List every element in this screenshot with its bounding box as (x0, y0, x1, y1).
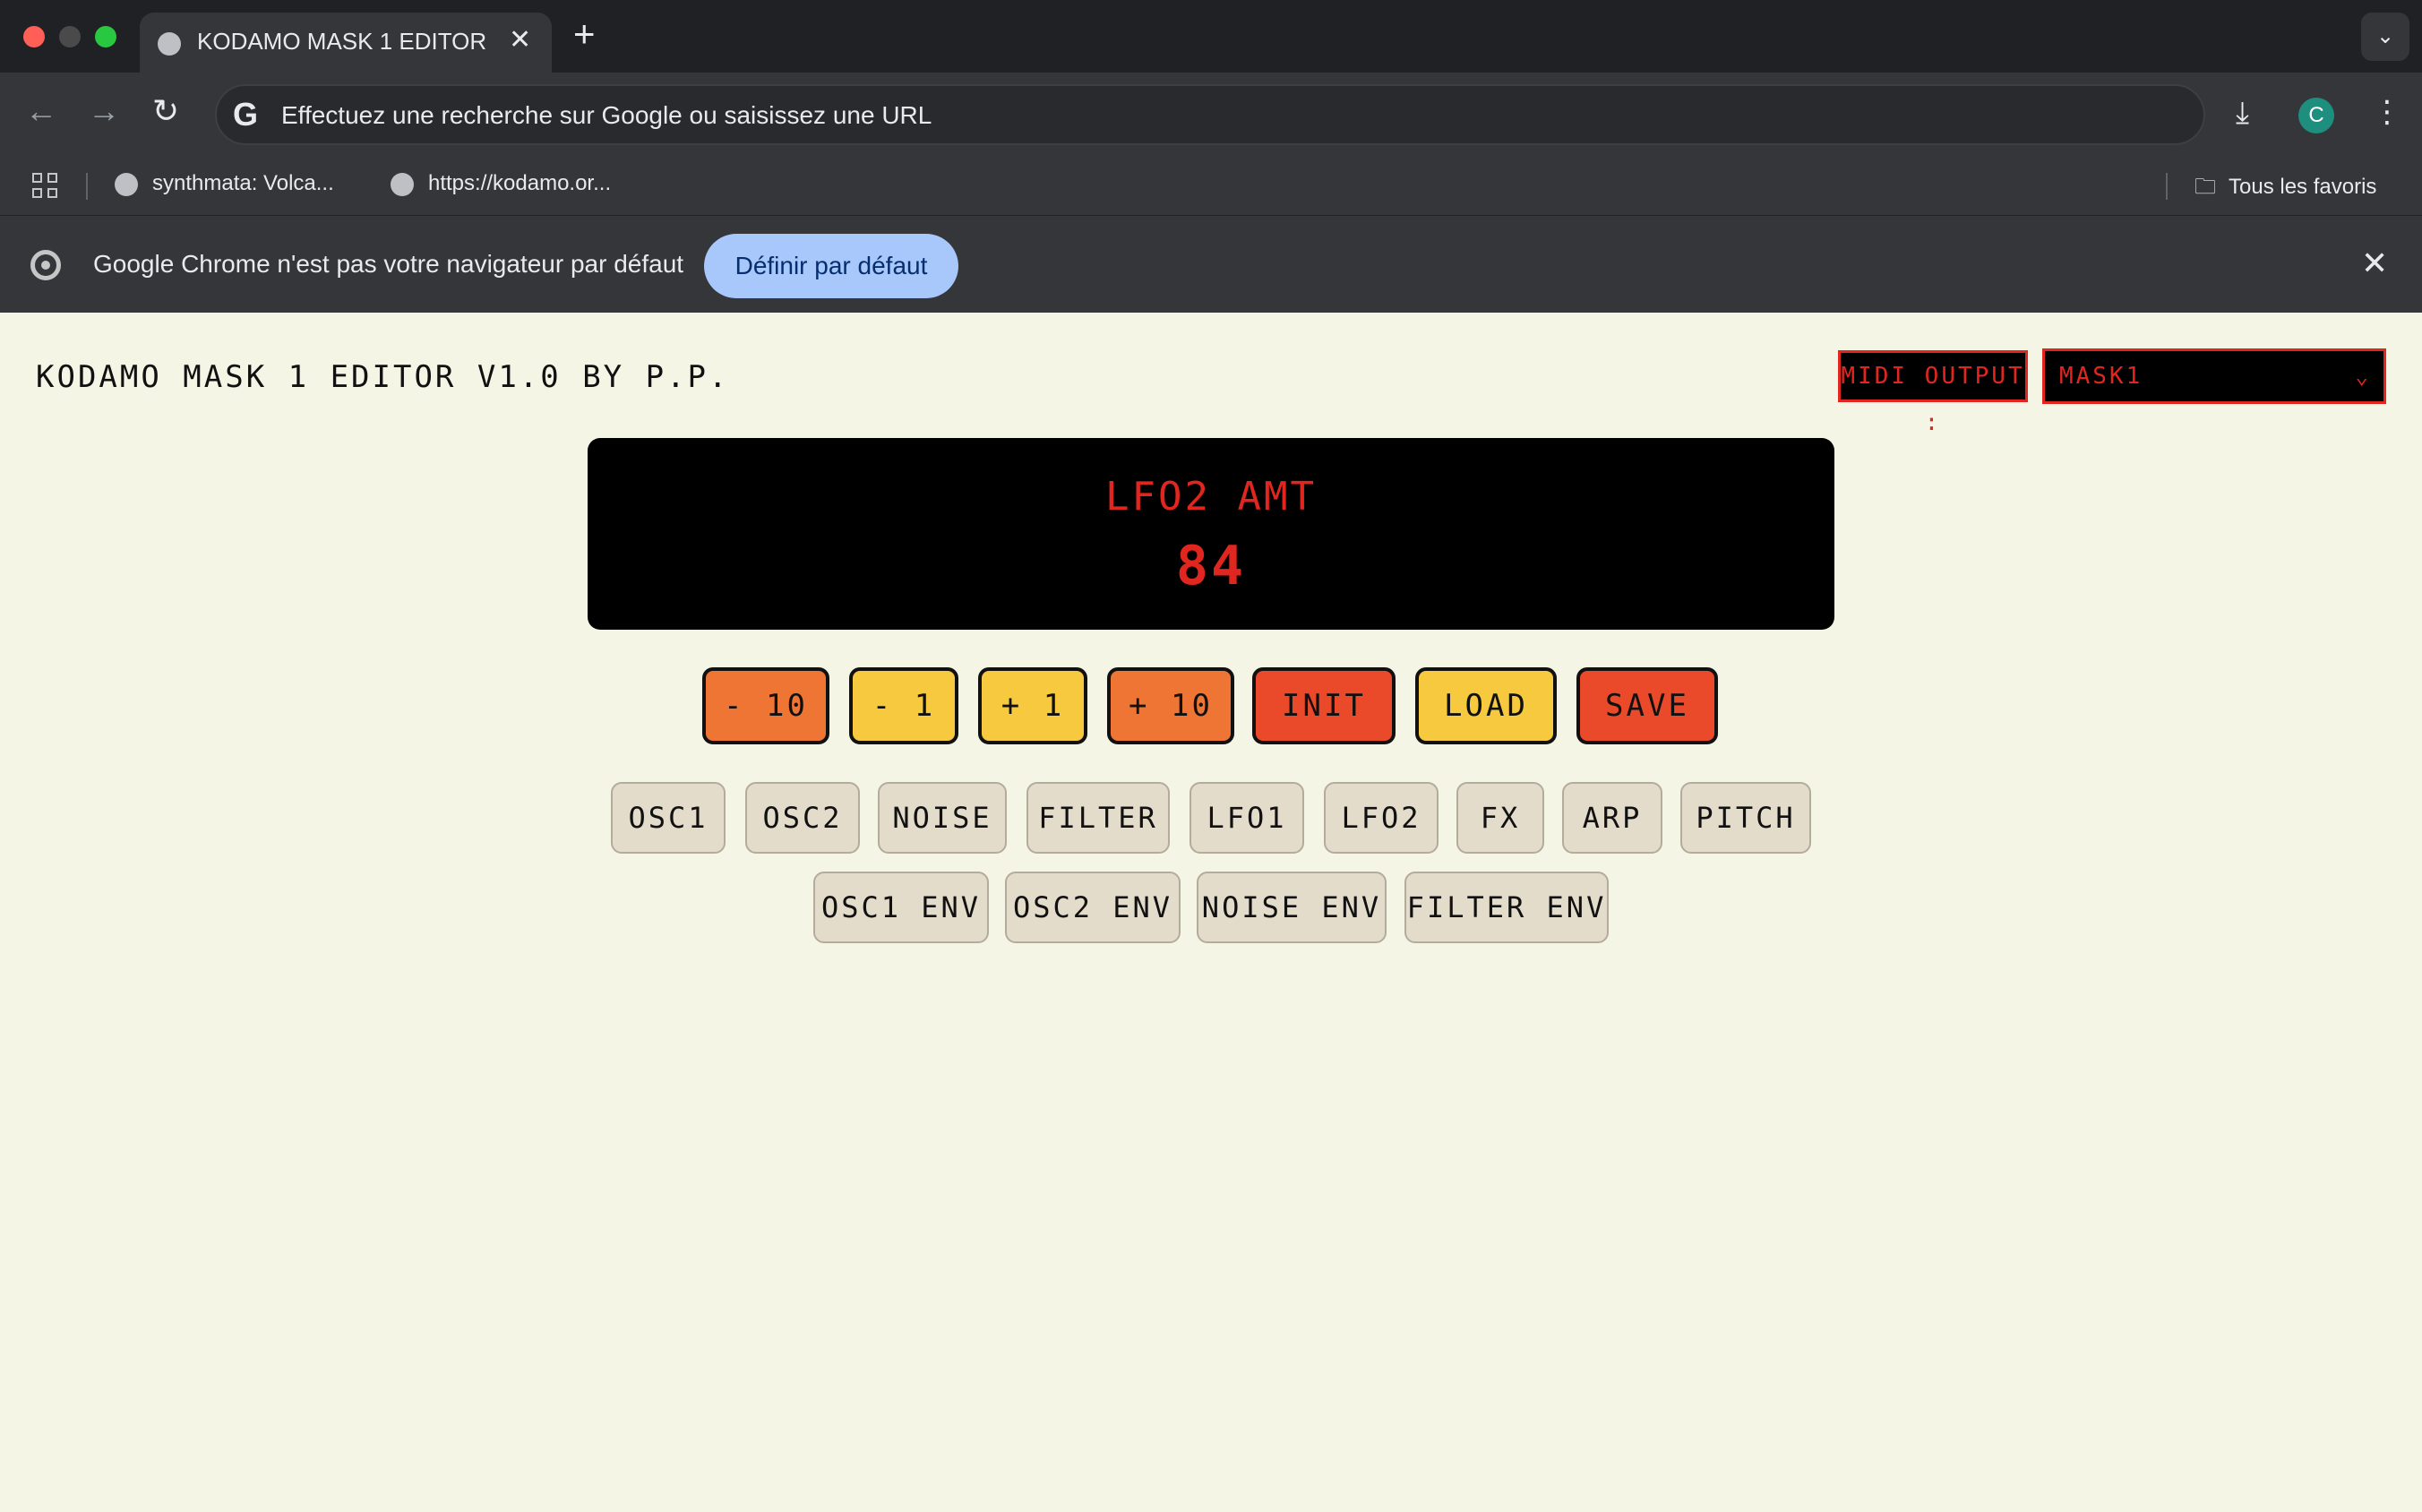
minus-1-button[interactable]: - 1 (849, 667, 958, 744)
browser-toolbar: ← → ↻ G Effectuez une recherche sur Goog… (0, 73, 2422, 157)
globe-icon (158, 32, 181, 56)
divider (86, 173, 88, 200)
editor-page: KODAMO MASK 1 EDITOR V1.0 BY P.P. MIDI O… (0, 313, 2422, 1512)
init-button[interactable]: INIT (1252, 667, 1396, 744)
bookmark-item[interactable]: https://kodamo.or... (391, 171, 611, 196)
all-bookmarks-label: Tous les favoris (2229, 175, 2377, 199)
globe-icon (391, 172, 414, 196)
page-title: KODAMO MASK 1 EDITOR V1.0 BY P.P. (36, 359, 730, 395)
address-placeholder: Effectuez une recherche sur Google ou sa… (281, 101, 932, 129)
forward-icon[interactable]: → (88, 92, 120, 130)
section-fx-button[interactable]: FX (1456, 782, 1544, 854)
bookmarks-bar: synthmata: Volca... https://kodamo.or...… (0, 157, 2422, 216)
tab-title: KODAMO MASK 1 EDITOR V1. (197, 28, 493, 55)
infobar-close-icon[interactable]: ✕ (2361, 245, 2388, 282)
more-menu-icon[interactable]: ⋮ (2372, 94, 2402, 130)
default-browser-infobar: Google Chrome n'est pas votre navigateur… (0, 216, 2422, 313)
address-bar[interactable]: G Effectuez une recherche sur Google ou … (215, 84, 2205, 145)
folder-icon: 🗀 (2194, 175, 2216, 199)
bookmark-label: synthmata: Volca... (152, 171, 334, 195)
tab-close-icon[interactable]: ✕ (509, 24, 531, 56)
section-osc1-env-button[interactable]: OSC1 ENV (813, 872, 989, 943)
tab-active[interactable]: KODAMO MASK 1 EDITOR V1. ✕ (140, 13, 552, 73)
chevron-down-icon: ⌄ (2355, 364, 2371, 389)
minimize-window-button[interactable] (59, 26, 81, 47)
display-parameter-value: 84 (1175, 535, 1247, 597)
section-noise-button[interactable]: NOISE (878, 782, 1007, 854)
section-lfo1-button[interactable]: LFO1 (1190, 782, 1304, 854)
new-tab-button[interactable]: + (573, 13, 596, 56)
minus-10-button[interactable]: - 10 (702, 667, 829, 744)
load-button[interactable]: LOAD (1415, 667, 1557, 744)
save-button[interactable]: SAVE (1576, 667, 1718, 744)
plus-1-button[interactable]: + 1 (978, 667, 1087, 744)
section-osc2-button[interactable]: OSC2 (745, 782, 860, 854)
section-pitch-button[interactable]: PITCH (1680, 782, 1811, 854)
section-arp-button[interactable]: ARP (1562, 782, 1662, 854)
infobar-message: Google Chrome n'est pas votre navigateur… (93, 250, 684, 278)
parameter-display: LFO2 AMT 84 (588, 438, 1834, 630)
midi-output-select[interactable]: MASK1 ⌄ (2042, 348, 2386, 404)
tab-strip: KODAMO MASK 1 EDITOR V1. ✕ + ⌄ (0, 0, 2422, 73)
display-parameter-name: LFO2 AMT (1105, 474, 1317, 520)
section-osc2-env-button[interactable]: OSC2 ENV (1005, 872, 1181, 943)
download-icon[interactable]: ⤓ (2236, 96, 2249, 131)
section-filter-button[interactable]: FILTER (1026, 782, 1170, 854)
set-default-button[interactable]: Définir par défaut (704, 234, 958, 298)
section-lfo2-button[interactable]: LFO2 (1324, 782, 1439, 854)
chrome-icon (30, 250, 61, 280)
google-icon: G (233, 96, 259, 133)
globe-icon (115, 172, 138, 196)
apps-grid-icon[interactable] (32, 173, 59, 200)
section-osc1-button[interactable]: OSC1 (611, 782, 726, 854)
section-filter-env-button[interactable]: FILTER ENV (1404, 872, 1609, 943)
divider (2166, 173, 2168, 200)
maximize-window-button[interactable] (95, 26, 116, 47)
bookmark-label: https://kodamo.or... (428, 171, 612, 195)
tab-search-button[interactable]: ⌄ (2361, 13, 2409, 61)
section-noise-env-button[interactable]: NOISE ENV (1197, 872, 1387, 943)
back-icon[interactable]: ← (25, 92, 57, 130)
profile-avatar[interactable]: C (2298, 98, 2334, 133)
midi-output-label: MIDI OUTPUT : (1838, 350, 2028, 436)
close-window-button[interactable] (23, 26, 45, 47)
all-bookmarks-button[interactable]: 🗀 Tous les favoris (2194, 171, 2376, 208)
bookmark-item[interactable]: synthmata: Volca... (115, 171, 334, 196)
reload-icon[interactable]: ↻ (152, 92, 179, 130)
plus-10-button[interactable]: + 10 (1107, 667, 1234, 744)
midi-output-value: MASK1 (2059, 363, 2143, 390)
